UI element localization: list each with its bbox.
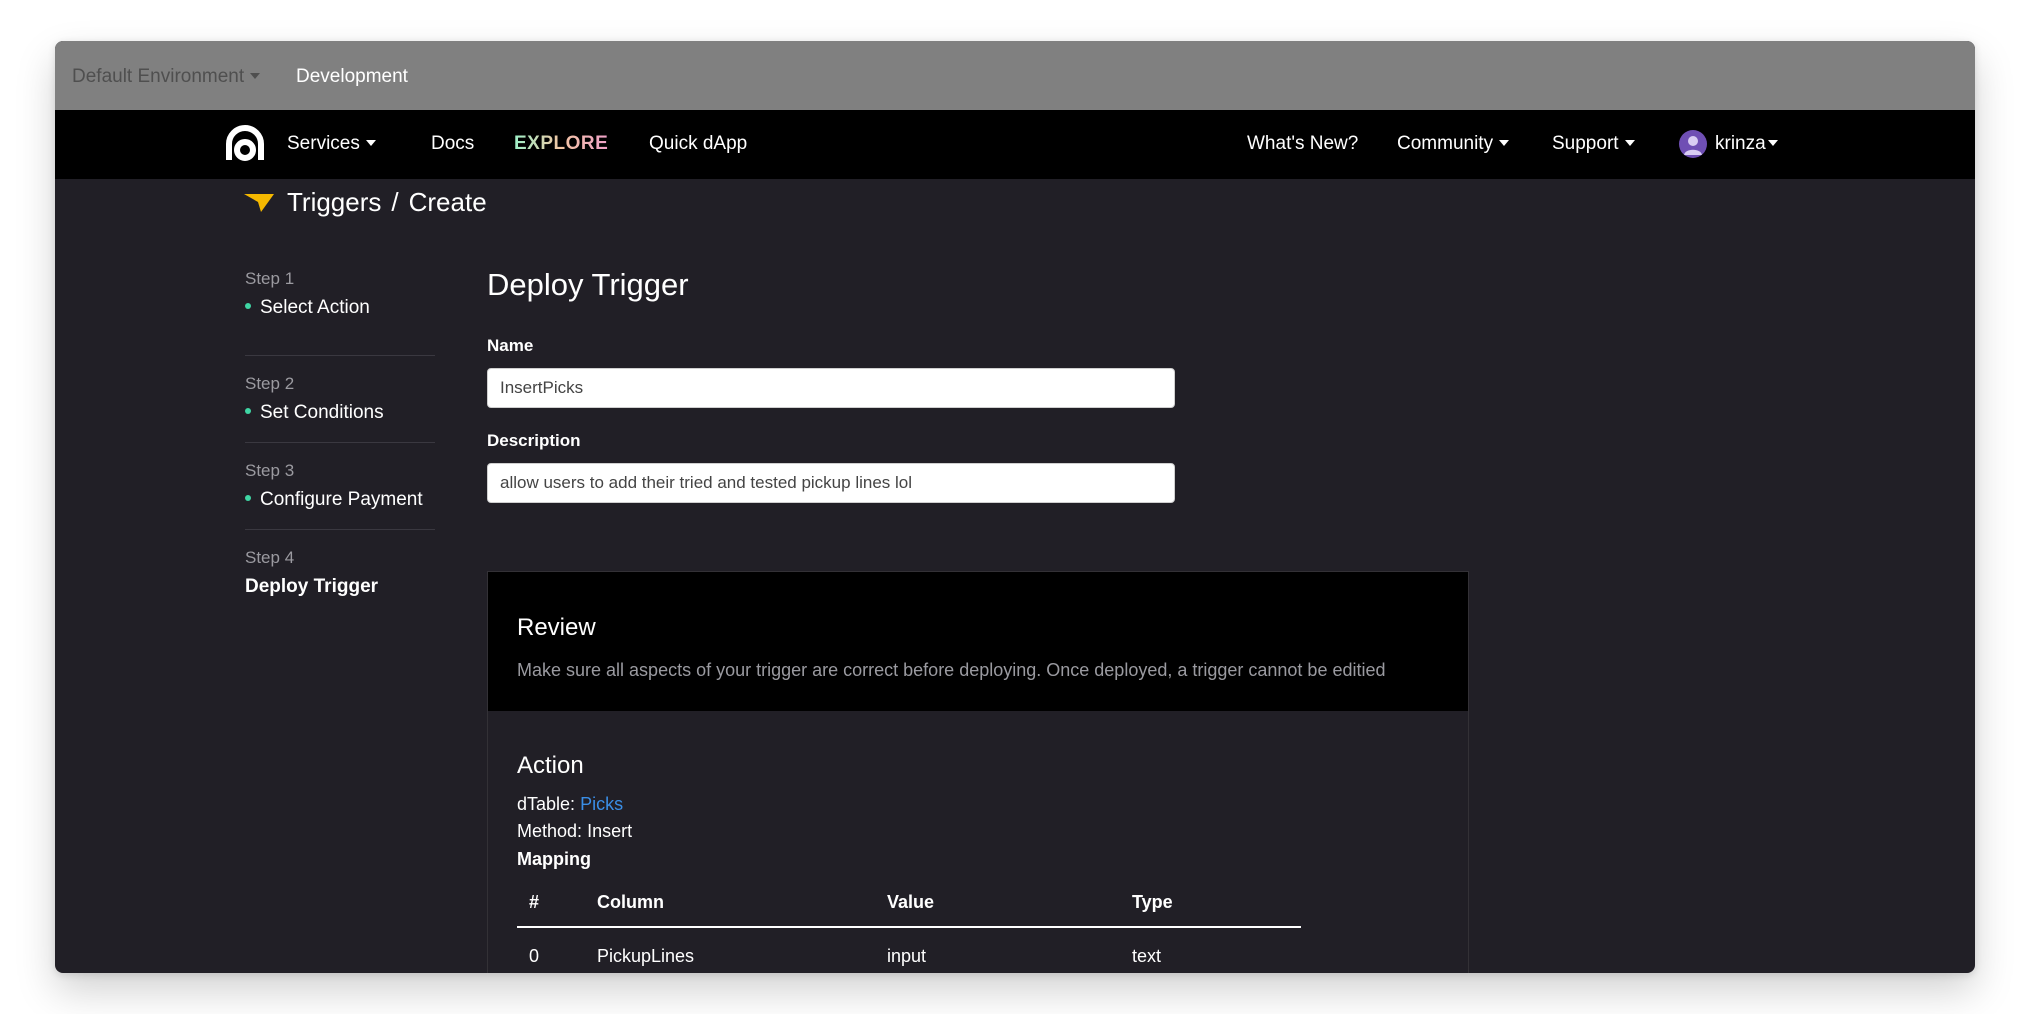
step-number: Step 2 (245, 374, 295, 393)
caret-down-icon (1624, 139, 1635, 146)
nav-user-label: krinza (1715, 133, 1766, 154)
nav-quick-dapp[interactable]: Quick dApp (649, 133, 747, 155)
dtable-link[interactable]: Picks (580, 794, 623, 814)
name-input[interactable] (487, 368, 1175, 408)
caret-down-icon (365, 139, 376, 146)
step-label-text: Set Conditions (260, 402, 384, 423)
review-title: Review (517, 614, 596, 641)
method-row: Method: Insert (517, 821, 632, 842)
step-2[interactable]: Step 2 Set Conditions (245, 356, 435, 443)
nav-user-dropdown[interactable]: krinza (1715, 133, 1778, 155)
column-header: # (529, 892, 540, 912)
review-header: Review Make sure all aspects of your tri… (488, 572, 1468, 711)
table-cell: input (887, 946, 927, 966)
completed-dot-icon (245, 495, 251, 502)
step-number: Step 1 (245, 269, 295, 288)
table-header: # Column Value Type (517, 874, 1301, 928)
review-description: Make sure all aspects of your trigger ar… (517, 660, 1386, 680)
nav-support-label: Support (1552, 133, 1619, 154)
dtable-label: dTable: (517, 794, 576, 814)
action-title: Action (517, 752, 584, 779)
step-label: Configure Payment (245, 489, 423, 511)
column-header: Type (1132, 892, 1173, 912)
caret-down-icon (250, 72, 261, 79)
environment-dropdown[interactable]: Default Environment (72, 66, 261, 88)
user-avatar-icon[interactable] (1679, 130, 1707, 158)
step-label: Set Conditions (245, 402, 384, 424)
mapping-label: Mapping (517, 849, 591, 869)
nav-services-label: Services (287, 133, 360, 154)
mapping-table: # Column Value Type 0 PickupLines input … (517, 874, 1301, 973)
step-3[interactable]: Step 3 Configure Payment (245, 443, 435, 530)
column-header: Column (597, 892, 664, 912)
top-navbar: Services Docs EXPLORE Quick dApp What's … (55, 110, 1975, 179)
method-value: Insert (587, 821, 633, 841)
app-window: Default Environment Development Services… (55, 41, 1975, 973)
step-label-text: Configure Payment (260, 489, 423, 510)
step-label: Select Action (245, 297, 370, 319)
table-row: 0 PickupLines input text (517, 928, 1301, 973)
person-icon (1684, 136, 1702, 155)
nav-whats-new[interactable]: What's New? (1247, 133, 1358, 155)
form-title: Deploy Trigger (487, 267, 689, 302)
step-label-text: Deploy Trigger (245, 576, 379, 597)
nav-docs[interactable]: Docs (431, 133, 474, 155)
table-cell: text (1132, 946, 1162, 966)
appbase-logo-icon[interactable] (225, 124, 265, 164)
step-number: Step 4 (245, 548, 295, 567)
table-cell: PickupLines (597, 946, 695, 966)
breadcrumb-current: Create (408, 186, 487, 217)
trigger-arrow-icon (244, 194, 274, 212)
step-1[interactable]: Step 1 Select Action (245, 269, 435, 356)
nav-support-dropdown[interactable]: Support (1552, 133, 1635, 155)
description-input[interactable] (487, 463, 1175, 503)
nav-community-dropdown[interactable]: Community (1397, 133, 1510, 155)
caret-down-icon (1499, 139, 1510, 146)
steps-sidebar: Step 1 Select Action Step 2 Set Conditio… (245, 269, 435, 616)
dtable-row: dTable: Picks (517, 794, 623, 815)
environment-dropdown-label: Default Environment (72, 66, 245, 87)
column-header: Value (887, 892, 935, 912)
nav-explore[interactable]: EXPLORE (514, 133, 608, 155)
description-label: Description (487, 431, 581, 450)
completed-dot-icon (245, 408, 251, 415)
table-cell: 0 (529, 946, 540, 966)
step-number: Step 3 (245, 461, 295, 480)
method-label: Method: (517, 821, 583, 841)
nav-services-dropdown[interactable]: Services (287, 133, 376, 155)
review-card: Review Make sure all aspects of your tri… (487, 571, 1469, 973)
step-4[interactable]: Step 4 Deploy Trigger (245, 530, 435, 616)
breadcrumb: Triggers / Create (243, 184, 487, 220)
current-environment[interactable]: Development (296, 66, 408, 88)
step-label-text: Select Action (260, 297, 370, 318)
environment-bar: Default Environment Development (55, 41, 1975, 110)
breadcrumb-separator: / (391, 186, 399, 217)
nav-community-label: Community (1397, 133, 1494, 154)
caret-down-icon (1767, 139, 1778, 146)
completed-dot-icon (245, 303, 251, 310)
breadcrumb-section[interactable]: Triggers (287, 187, 381, 218)
name-label: Name (487, 336, 534, 355)
